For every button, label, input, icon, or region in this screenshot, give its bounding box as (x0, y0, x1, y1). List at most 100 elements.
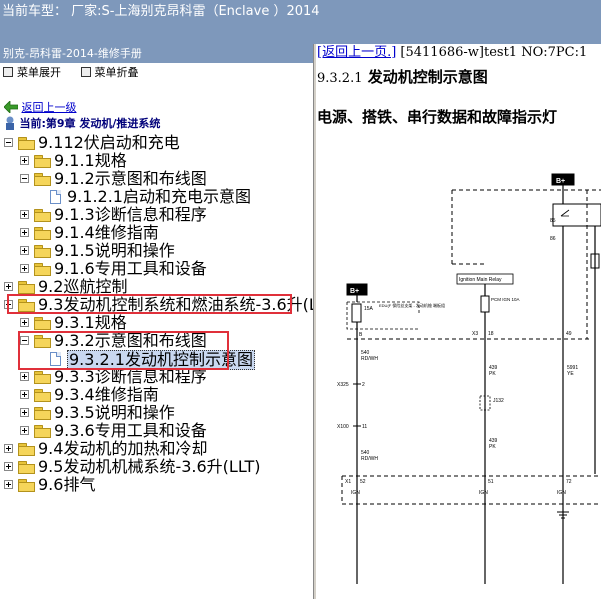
window-titlebar: 当前车型： 厂家:S-上海别克昂科雷（Enclave ）2014 (0, 0, 601, 44)
tree-node-label: 9.4发动机的加热和冷却 (38, 439, 208, 458)
wire-label-rdwh-a: RD/WH (361, 356, 378, 362)
expand-toggle-icon[interactable] (20, 156, 29, 165)
expand-toggle-icon[interactable] (20, 318, 29, 327)
expand-toggle-icon[interactable] (20, 390, 29, 399)
expand-toggle-icon[interactable] (4, 282, 13, 291)
connector-x100: X100 (337, 424, 349, 430)
pin-51: 51 (488, 479, 494, 485)
folder-icon (34, 263, 51, 276)
menu-toolbar: 菜单展开 菜单折叠 (0, 63, 313, 83)
folder-icon (18, 281, 35, 294)
folder-icon (34, 371, 51, 384)
tree-node-label: 9.6排气 (38, 475, 96, 494)
doc-nav-row: [返回上一页.] [5411686-w]test1 NO:7PC:1 (317, 44, 587, 62)
back-arrow-icon (3, 100, 19, 114)
ign-label-1: IGN (351, 490, 360, 496)
expand-toggle-icon[interactable] (20, 264, 29, 273)
bplus-label-2: B+ (556, 178, 565, 185)
relay-coil-box (552, 203, 601, 227)
folder-open-icon (18, 137, 35, 150)
pin-2: 2 (362, 382, 365, 388)
pin-18: 18 (488, 331, 494, 337)
fuse-1-desc: EDU(F 保险丝支架 - 发动机舱 端板组 (379, 302, 445, 308)
connector-x3: X3 (472, 331, 478, 337)
back-up-row: 返回上一级 (3, 100, 77, 116)
wiring-diagram: B+ 85 86 B+ 15A EDU(F 保险丝支架 - 发动机舱 端板组 B… (337, 173, 601, 584)
expand-toggle-icon[interactable] (20, 246, 29, 255)
bplus-label-1: B+ (350, 288, 359, 295)
fuse-1-symbol (351, 303, 362, 323)
expand-toggle-icon[interactable] (4, 444, 13, 453)
tree-node-label: 9.3.5说明和操作 (54, 403, 175, 422)
doc-reference: [5411686-w]test1 NO:7PC:1 (400, 45, 588, 60)
terminal-b: B (359, 332, 363, 338)
folder-icon (34, 245, 51, 258)
pin-85: 85 (550, 218, 556, 224)
window-title: 当前车型： 厂家:S-上海别克昂科雷（Enclave ）2014 (2, 4, 320, 19)
pin-72: 72 (566, 479, 572, 485)
back-page-link[interactable]: [返回上一页.] (317, 45, 396, 60)
folder-icon (18, 479, 35, 492)
collapse-menu-button[interactable]: 菜单折叠 (80, 66, 139, 79)
expand-toggle-icon[interactable] (4, 462, 13, 471)
tree-node-label: 9.3.6专用工具和设备 (54, 421, 207, 440)
ign-label-3: IGN (557, 490, 566, 496)
page-title: 9.3.2.1 发动机控制示意图 (317, 66, 488, 87)
tree-node-label: 9.1.1规格 (54, 151, 127, 170)
back-up-link[interactable]: 返回上一级 (22, 101, 77, 114)
expand-toggle-icon[interactable] (20, 210, 29, 219)
relay-label: Ignition Main Relay (459, 277, 502, 283)
expand-menu-button[interactable]: 菜单展开 (3, 66, 61, 79)
highlight-box-schematic (18, 331, 229, 370)
wire-label-pk-a: PK (489, 371, 496, 377)
wire-label-pk-b: PK (489, 444, 496, 450)
tree-node-label: 9.112伏启动和充电 (38, 133, 180, 152)
pin-11: 11 (362, 424, 367, 430)
folder-icon (34, 155, 51, 168)
tree-node-label: 9.1.2示意图和布线图 (54, 169, 207, 188)
folder-icon (34, 425, 51, 438)
folder-icon (34, 407, 51, 420)
menu-expand-icon (3, 67, 13, 77)
expand-toggle-icon[interactable] (20, 372, 29, 381)
fuse-2-label: PCM IGN 10A (491, 297, 520, 302)
tree-node-label: 9.3.4维修指南 (54, 385, 159, 404)
tree-node-label: 9.1.6专用工具和设备 (54, 259, 207, 278)
folder-icon (34, 317, 51, 330)
folder-icon (18, 461, 35, 474)
connector-x325: X325 (337, 382, 349, 388)
collapse-toggle-icon[interactable] (4, 138, 13, 147)
tree-node-label: 9.1.5说明和操作 (54, 241, 175, 260)
folder-icon (34, 209, 51, 222)
pin-86: 86 (550, 236, 556, 242)
connector-x1: X1 (345, 479, 351, 485)
folder-icon (18, 443, 35, 456)
navigation-pane: 别克-昂科雷-2014-维修手册 菜单展开 菜单折叠 返回上一级 当前:第9章 … (0, 44, 313, 599)
expand-toggle-icon[interactable] (20, 228, 29, 237)
expand-toggle-icon[interactable] (4, 480, 13, 489)
expand-menu-label: 菜单展开 (17, 66, 61, 79)
fuse-1-rating: 15A (364, 306, 374, 312)
highlight-box-engine-control (7, 294, 292, 314)
tree-node-label: 9.3.3诊断信息和程序 (54, 367, 207, 386)
folder-open-icon (34, 173, 51, 186)
tree-node-label: 9.1.4维修指南 (54, 223, 159, 242)
tree-node-label: 9.1.3诊断信息和程序 (54, 205, 207, 224)
folder-icon (34, 389, 51, 402)
pin-49: 49 (566, 331, 572, 337)
manual-header: 别克-昂科雷-2014-维修手册 (0, 44, 313, 63)
fuse-2-symbol (480, 295, 490, 313)
expand-toggle-icon[interactable] (20, 408, 29, 417)
section-subtitle: 电源、搭铁、串行数据和故障指示灯 (317, 108, 558, 126)
chapter-icon (6, 116, 14, 130)
page-title-number: 9.3.2.1 (317, 71, 363, 86)
folder-icon (34, 227, 51, 240)
current-chapter: 当前:第9章 发动机/推进系统 (19, 117, 161, 130)
current-chapter-row: 当前:第9章 发动机/推进系统 (4, 116, 160, 132)
document-icon (50, 190, 61, 204)
splice-j132: J132 (493, 398, 504, 404)
expand-toggle-icon[interactable] (20, 426, 29, 435)
collapse-menu-label: 菜单折叠 (94, 66, 139, 79)
collapse-toggle-icon[interactable] (20, 174, 29, 183)
wire-label-ye: YE (567, 371, 574, 377)
